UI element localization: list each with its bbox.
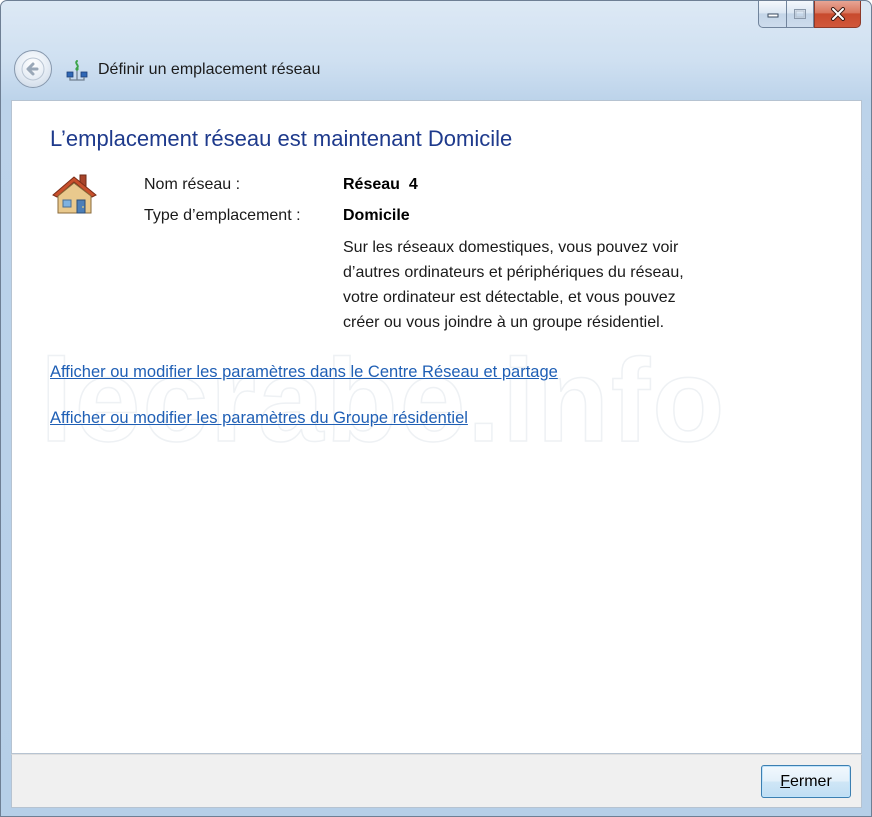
description-line: Sur les réseaux domestiques, vous pouvez… (343, 239, 679, 256)
back-button[interactable] (14, 50, 52, 88)
description-line: d’autres ordinateurs et périphériques du… (343, 264, 684, 281)
network-name-value: Réseau 4 (343, 176, 418, 193)
description-line: créer ou vous joindre à un groupe réside… (343, 314, 665, 331)
network-name-label: Nom réseau : (144, 176, 241, 193)
window-title: Définir un emplacement réseau (98, 61, 321, 78)
maximize-icon (794, 9, 806, 19)
close-window-button[interactable] (814, 1, 861, 28)
minimize-button[interactable] (758, 1, 786, 28)
minimize-icon (767, 13, 778, 18)
network-sharing-center-link[interactable]: Afficher ou modifier les paramètres dans… (50, 363, 558, 382)
network-location-icon (66, 60, 88, 81)
watermark: lecrabe.info (39, 334, 727, 468)
content-panel: lecrabe.info L’emplacement réseau est ma… (11, 100, 862, 754)
home-network-icon (52, 174, 97, 214)
close-icon (830, 7, 845, 21)
back-arrow-icon (21, 57, 45, 81)
maximize-button[interactable] (786, 1, 814, 28)
dialog-footer: Fermer (11, 754, 862, 808)
close-button-accelerator: F (780, 772, 790, 790)
dialog-window: Définir un emplacement réseau lecrabe.in… (0, 0, 872, 817)
close-button-label: ermer (790, 772, 832, 790)
caption-buttons (758, 1, 861, 30)
close-button[interactable]: Fermer (761, 765, 851, 798)
location-type-label: Type d’emplacement : (144, 207, 301, 224)
homegroup-settings-link[interactable]: Afficher ou modifier les paramètres du G… (50, 409, 468, 428)
location-type-value: Domicile (343, 207, 410, 224)
description-line: votre ordinateur est détectable, et vous… (343, 289, 676, 306)
page-title: L’emplacement réseau est maintenant Domi… (50, 126, 513, 151)
